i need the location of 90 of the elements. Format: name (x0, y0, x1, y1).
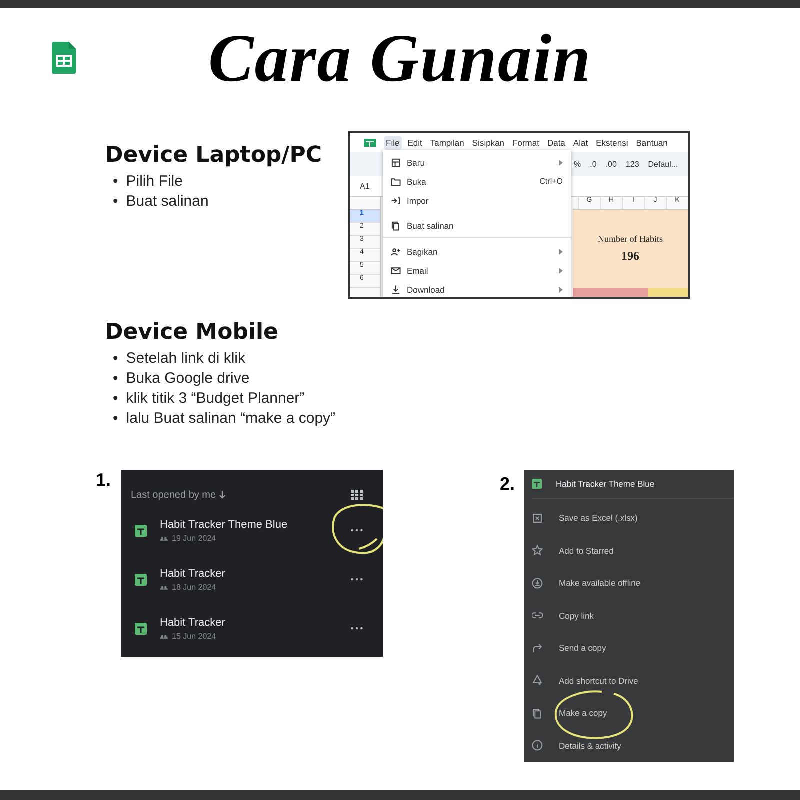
shared-icon (160, 584, 168, 590)
sheets-logo-icon (364, 138, 376, 146)
menu-bar-item[interactable]: Edit (406, 136, 424, 150)
bullet-mark: • (113, 192, 118, 212)
link-icon (532, 610, 543, 622)
menu-item[interactable]: Copy link (532, 600, 734, 632)
import-icon (391, 196, 401, 206)
toolbar-button[interactable]: % (574, 160, 582, 168)
more-options-icon[interactable] (351, 627, 363, 630)
bullet-mark: • (113, 389, 118, 409)
bullet-text: lalu Buat salinan “make a copy” (126, 409, 336, 429)
spreadsheet-file-icon (135, 524, 147, 536)
file-title: Habit Tracker Theme Blue (556, 479, 655, 489)
shared-icon (160, 634, 168, 638)
step-number: 1. (95, 470, 112, 491)
send-icon (532, 642, 543, 654)
file-title[interactable]: Habit Tracker Theme Blue (160, 518, 288, 530)
offline-icon (532, 578, 543, 589)
menu-bar-item[interactable]: Bantuan (634, 136, 670, 150)
file-title[interactable]: Habit Tracker (160, 568, 226, 580)
spreadsheet-file-icon (135, 574, 147, 586)
summary-value: 196 (622, 249, 640, 264)
toolbar-button[interactable]: Defaul... (648, 160, 678, 168)
menu-item[interactable]: Bagikan (383, 242, 571, 261)
menu-item[interactable]: Send a copy (532, 632, 734, 664)
more-options-icon[interactable] (351, 578, 363, 581)
bullet-mark: • (113, 172, 118, 192)
file-title[interactable]: Habit Tracker (160, 616, 226, 628)
submenu-arrow-icon (559, 248, 563, 254)
toolbar-button[interactable]: .0 (590, 160, 597, 168)
bullet-text: Setelah link di klik (126, 349, 246, 369)
menu-item[interactable]: Add shortcut to Drive (532, 664, 734, 697)
grid-view-icon[interactable] (351, 490, 363, 500)
file-date: 18 Jun 2024 (172, 582, 216, 592)
page-title: Cara Gunain (208, 18, 592, 98)
menu-bar-item[interactable]: Sisipkan (470, 136, 507, 150)
section-heading: Device Mobile (105, 320, 280, 345)
folder-icon (391, 176, 401, 186)
cell-reference: A1 (360, 182, 370, 190)
section-heading: Device Laptop/PC (105, 143, 323, 168)
share-icon (391, 246, 401, 256)
menu-bar-item[interactable]: Format (510, 136, 542, 150)
menu-item[interactable]: Email (383, 261, 571, 280)
menu-item[interactable]: Baru (383, 153, 571, 172)
menu-item[interactable]: Buat salinan (383, 210, 571, 238)
menu-item[interactable]: Download (383, 280, 571, 297)
bullet-mark: • (113, 409, 118, 429)
excel-icon (532, 512, 543, 524)
step-number: 2. (500, 474, 516, 495)
submenu-arrow-icon (559, 160, 563, 166)
menu-bar-item[interactable]: File (384, 136, 402, 150)
bullet-mark: • (113, 349, 118, 369)
sheets-logo-icon (52, 42, 76, 74)
star-icon (532, 545, 543, 556)
bullet-text: klik titik 3 “Budget Planner” (126, 389, 305, 409)
bullet-text: Buat salinan (126, 192, 209, 212)
bullet-mark: • (113, 369, 118, 389)
email-icon (391, 266, 401, 276)
menu-item[interactable]: Buka Ctrl+O (383, 172, 571, 191)
menu-item[interactable]: Save as Excel (.xlsx) (532, 502, 734, 534)
menu-item[interactable]: Impor (383, 191, 571, 210)
copy-icon (532, 708, 543, 719)
bullet-text: Buka Google drive (126, 369, 250, 389)
sort-label[interactable]: Last opened by me (131, 490, 216, 500)
toolbar-button[interactable]: 123 (626, 160, 640, 168)
new-icon (391, 158, 401, 168)
submenu-arrow-icon (559, 286, 563, 292)
download-icon (391, 284, 401, 294)
shared-icon (160, 536, 168, 540)
menu-item[interactable]: Add to Starred (532, 534, 734, 567)
toolbar-button[interactable]: .00 (606, 160, 617, 168)
spreadsheet-file-icon (532, 479, 542, 489)
menu-bar-item[interactable]: Ekstensi (594, 136, 630, 150)
menu-bar-item[interactable]: Tampilan (428, 136, 466, 150)
arrow-down-icon (219, 490, 226, 500)
info-icon (532, 740, 543, 752)
summary-label: Number of Habits (598, 234, 663, 244)
spreadsheet-file-icon (135, 622, 147, 634)
menu-bar-item[interactable]: Alat (571, 136, 590, 150)
file-date: 15 Jun 2024 (172, 632, 216, 640)
menu-item[interactable]: Details & activity (532, 730, 734, 762)
submenu-arrow-icon (559, 268, 563, 274)
menu-item[interactable]: Make available offline (532, 567, 734, 600)
more-options-icon[interactable] (351, 529, 363, 532)
shortcut-icon (532, 675, 543, 686)
file-date: 19 Jun 2024 (172, 534, 216, 542)
bullet-text: Pilih File (126, 172, 183, 192)
copy-icon (391, 220, 401, 230)
menu-item[interactable]: Make a copy (532, 697, 734, 730)
menu-bar-item[interactable]: Data (545, 136, 568, 150)
